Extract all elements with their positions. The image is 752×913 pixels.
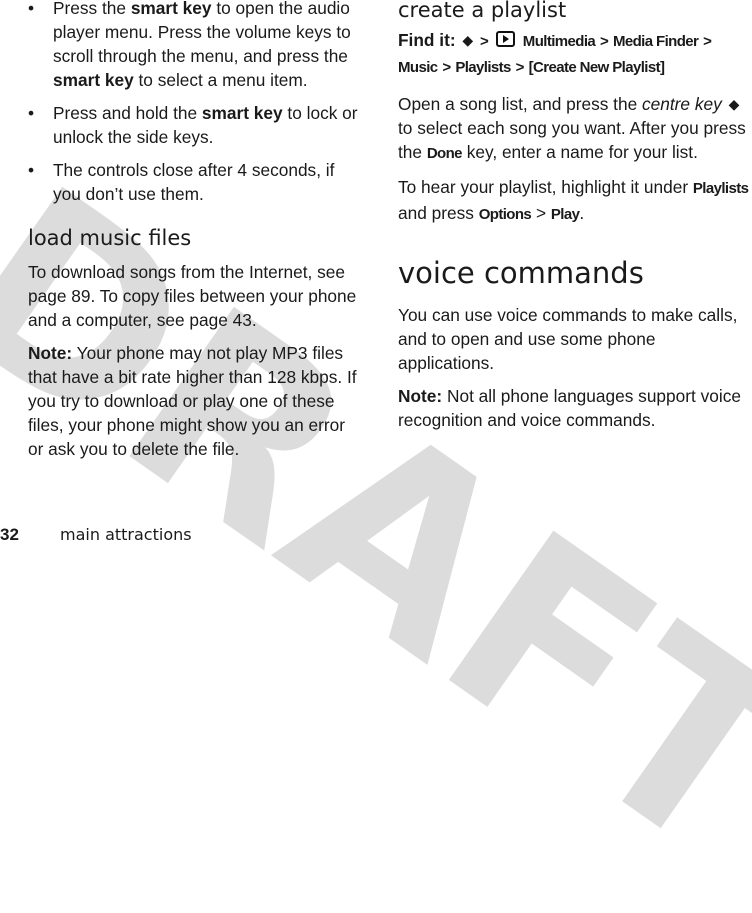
key-term: smart key [130,0,212,18]
note-label: Note: [398,386,443,406]
text: To hear your playlist, highlight it unde… [398,177,693,197]
text: and press [398,203,479,223]
text: key, enter a name for your list. [461,142,698,162]
centre-key-term: centre key [642,94,722,114]
audio-controls-list: • Press the smart key to open the audio p… [28,0,363,206]
note-label: Note: [28,343,73,363]
text: Press the [53,0,131,18]
play-label: Play [550,206,580,223]
path-item-music: Music [398,59,438,76]
bullet-icon: • [28,160,35,180]
load-music-paragraph: To download songs from the Internet, see… [28,262,357,330]
path-separator: > [515,59,525,76]
voice-commands-note: Note: Not all phone languages support vo… [398,384,752,432]
bullet-icon: • [28,103,35,123]
path-item-create-new-playlist: [Create New Playlist] [528,59,665,76]
path-item-media-finder: Media Finder [612,33,699,50]
playlists-label: Playlists [692,180,749,197]
bullet-icon: • [28,0,35,18]
right-column: create a playlist Find it: ◆ > Multimedi… [398,0,752,441]
bullet-item: • The controls close after 4 seconds, if … [28,158,363,206]
note-text: Not all phone languages support voice re… [398,386,741,430]
bullet-item: • Press the smart key to open the audio p… [28,0,363,92]
load-music-heading: load music files [28,226,192,250]
path-separator: > [480,33,489,50]
find-it-label: Find it: [398,30,456,50]
text: The controls close after 4 seconds, if y… [53,160,335,204]
done-key-label: Done [426,145,463,162]
voice-commands-heading: voice commands [398,256,644,290]
key-term: smart key [201,103,283,123]
path-separator: > [531,203,551,223]
load-music-note: Note: Your phone may not play MP3 files … [28,341,363,461]
text: Open a song list, and press the [398,94,643,114]
page-number: 32 [0,525,19,544]
path-separator: > [442,59,451,76]
text: Press and hold the [53,103,202,123]
find-it-path: Find it: ◆ > Multimedia > Media Finder >… [398,28,752,80]
key-term: smart key [53,70,134,90]
bullet-item: • Press and hold the smart key to lock or… [28,101,363,149]
text: to select a menu item. [133,70,308,90]
voice-commands-paragraph: You can use voice commands to make calls… [398,305,738,373]
nav-key-icon: ◆ [462,32,474,48]
create-playlist-paragraph: Open a song list, and press the centre k… [398,92,752,166]
text: . [579,203,585,223]
path-separator: > [599,33,609,50]
create-playlist-heading: create a playlist [398,0,567,22]
options-label: Options [478,206,532,223]
path-item-playlists: Playlists [455,59,511,76]
section-title: main attractions [60,525,192,544]
left-column: • Press the smart key to open the audio p… [28,0,363,470]
path-separator: > [703,33,712,50]
path-item-multimedia: Multimedia [522,33,596,50]
nav-key-icon: ◆ [728,96,740,112]
note-text: Your phone may not play MP3 files that h… [28,343,357,459]
play-playlist-paragraph: To hear your playlist, highlight it unde… [398,175,752,227]
multimedia-icon [495,31,515,47]
